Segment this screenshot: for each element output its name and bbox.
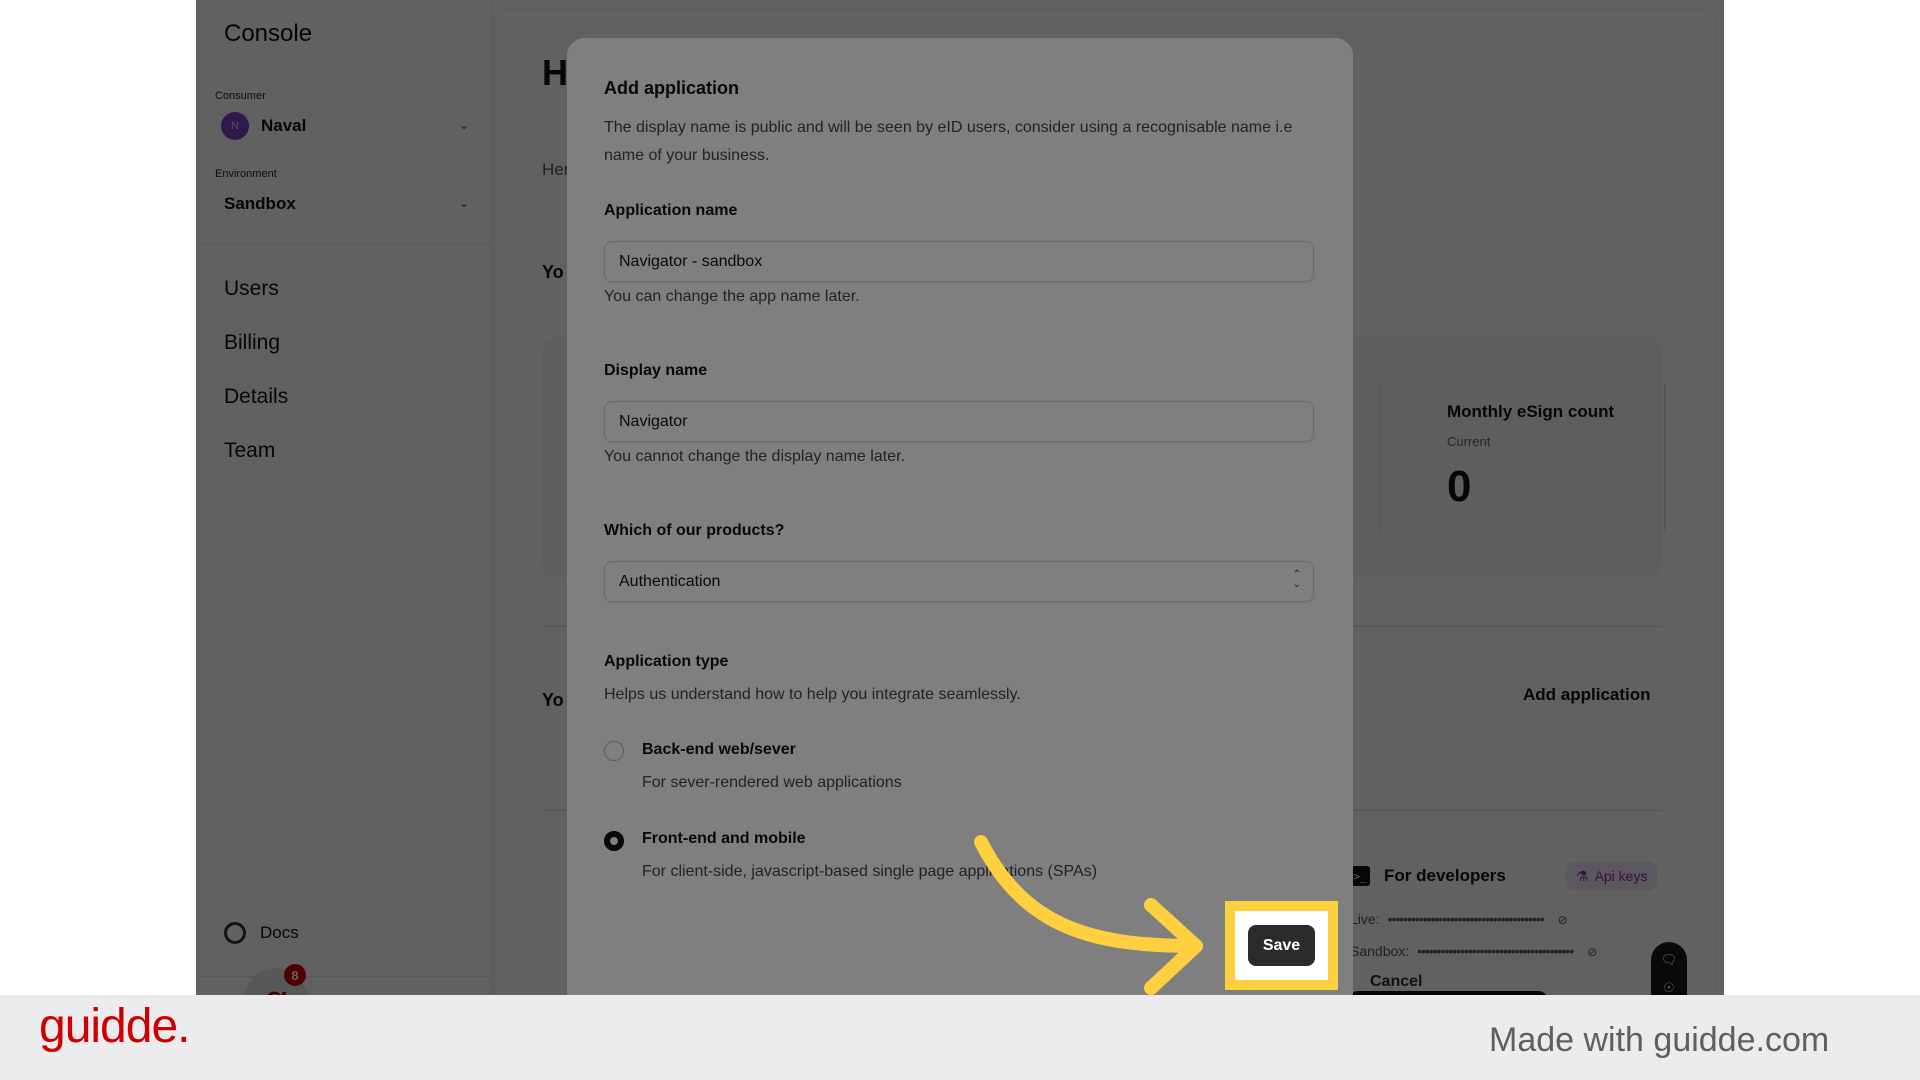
product-label: Which of our products?	[604, 522, 785, 539]
app-name-help: You can change the app name later.	[604, 288, 860, 305]
app-screen: Console Consumer N Naval ⌄ Environment S…	[196, 0, 1724, 995]
cancel-button[interactable]: Cancel	[1370, 973, 1422, 991]
save-button[interactable]: Save	[1248, 925, 1315, 966]
modal-title: Add application	[604, 78, 739, 98]
radio-backend-label[interactable]: Back-end web/sever	[642, 741, 796, 759]
updown-chevron-icon: ⌃ ⌄	[1292, 569, 1301, 590]
product-select[interactable]: Authentication ⌃ ⌄	[604, 561, 1314, 602]
radio-backend-help: For sever-rendered web applications	[642, 774, 902, 791]
display-name-label: Display name	[604, 362, 708, 379]
modal-description: The display name is public and will be s…	[604, 119, 1293, 164]
display-name-input[interactable]: Navigator	[604, 401, 1314, 442]
footer-bar: guidde. Made with guidde.com	[0, 995, 1920, 1080]
radio-frontend-help: For client-side, javascript-based single…	[642, 863, 1098, 880]
guidde-logo: guidde.	[39, 1000, 190, 1053]
radio-frontend-label[interactable]: Front-end and mobile	[642, 830, 806, 848]
app-type-help: Helps us understand how to help you inte…	[604, 686, 1021, 703]
display-name-help: You cannot change the display name later…	[604, 448, 905, 465]
radio-frontend[interactable]	[604, 831, 624, 851]
product-selected: Authentication	[619, 572, 721, 590]
modal-dim-layer	[567, 38, 1353, 995]
radio-backend[interactable]	[604, 741, 624, 761]
add-application-modal: Add application The display name is publ…	[567, 38, 1422, 995]
app-type-label: Application type	[604, 653, 729, 670]
app-name-label: Application name	[604, 202, 738, 219]
made-with-text: Made with guidde.com	[1489, 1021, 1830, 1059]
app-name-input[interactable]: Navigator - sandbox	[604, 241, 1314, 282]
